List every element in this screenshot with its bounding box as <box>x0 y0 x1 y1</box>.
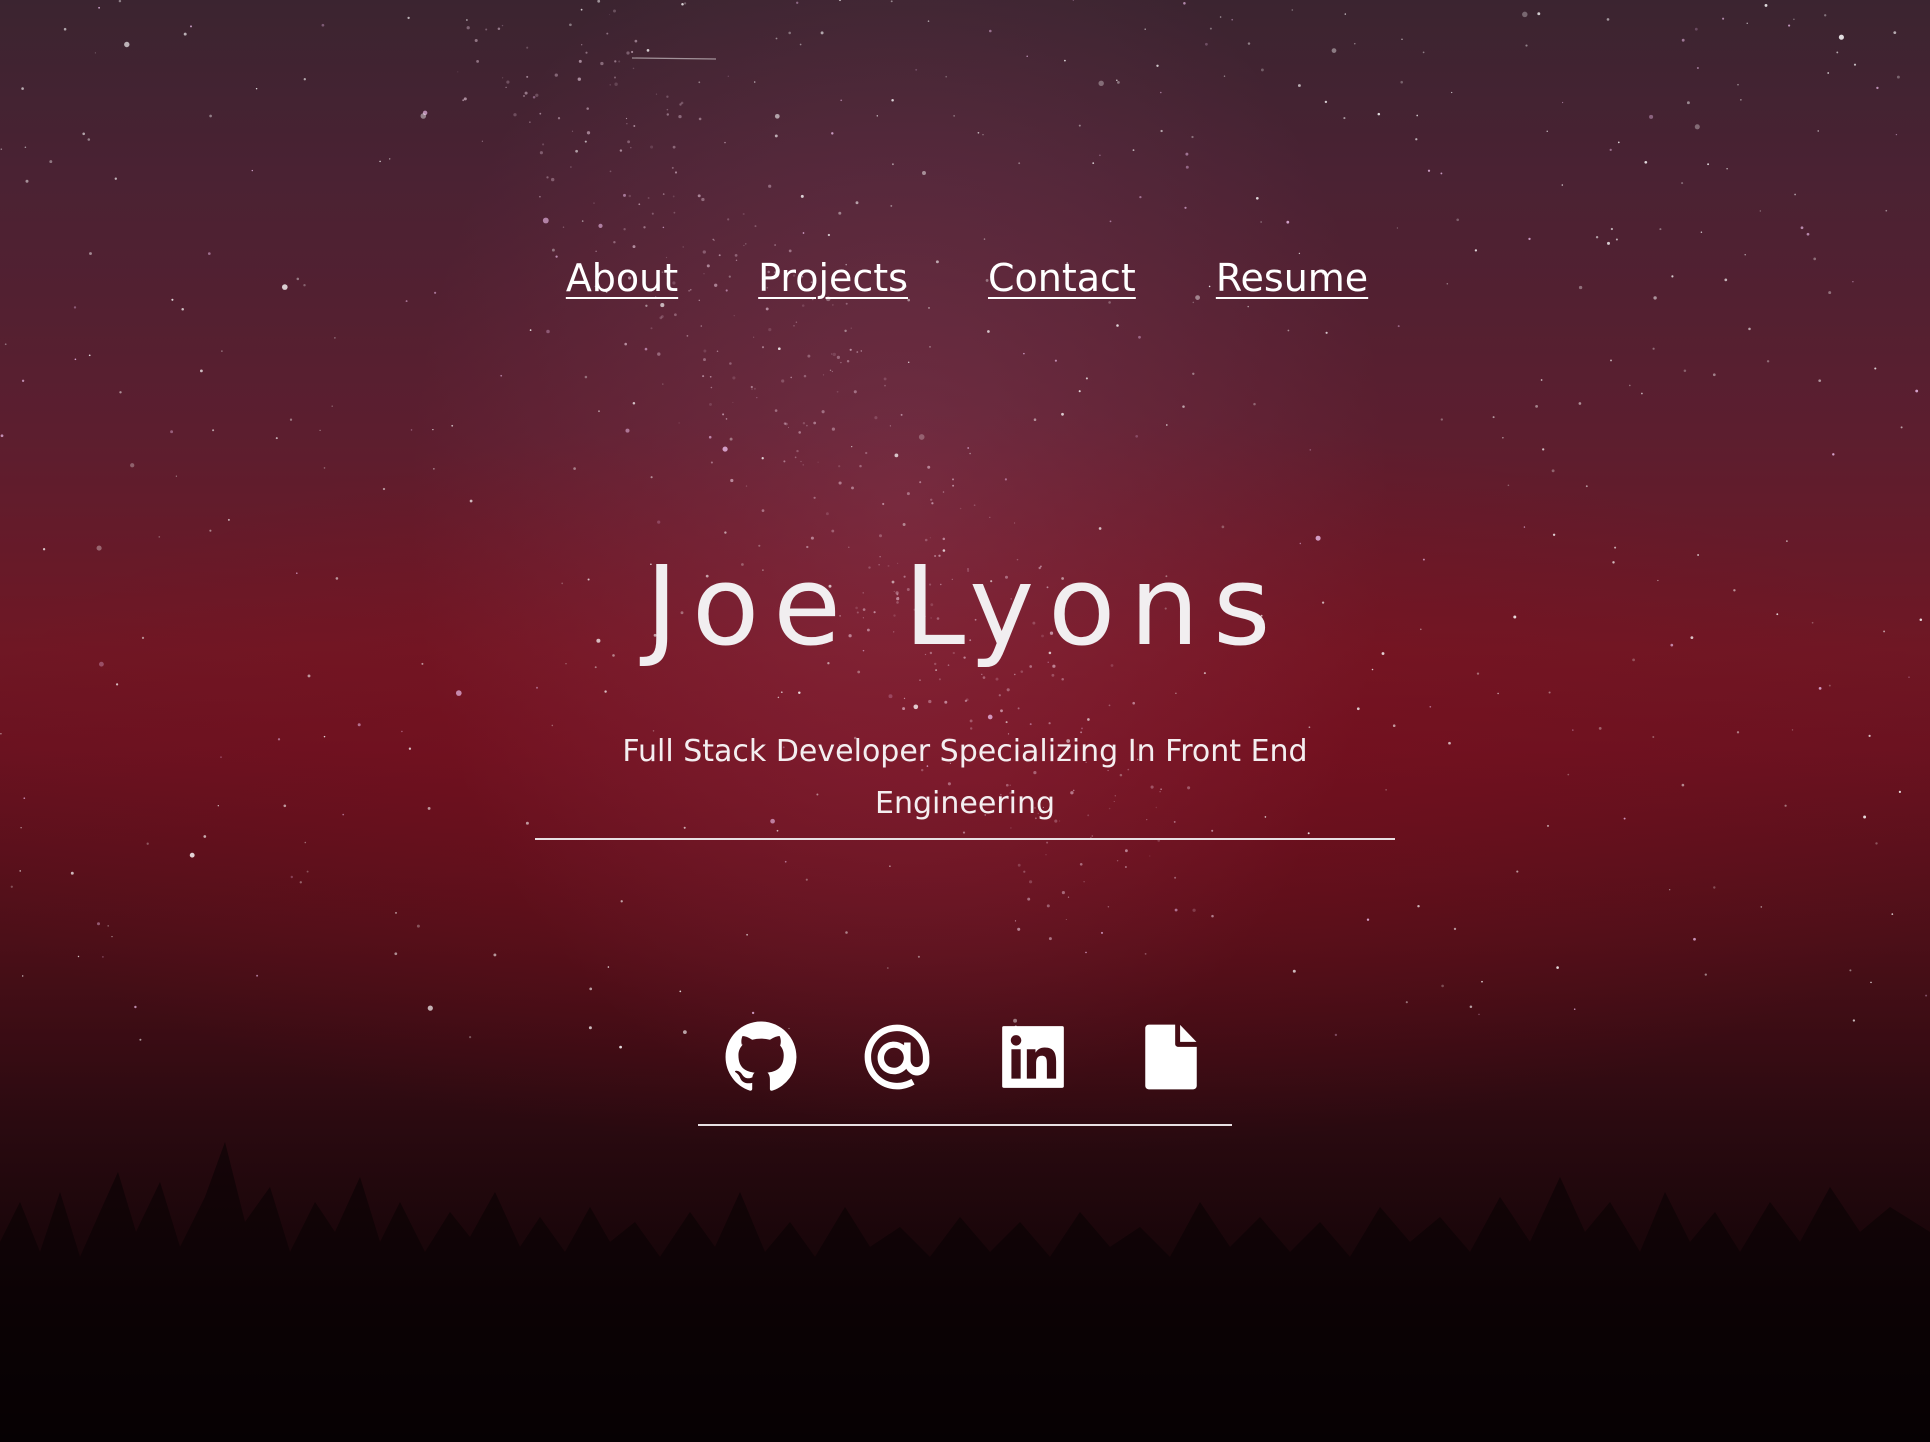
github-link[interactable] <box>724 1020 798 1094</box>
resume-file-icon <box>1145 1024 1197 1090</box>
nav-link-about[interactable]: About <box>566 256 678 300</box>
nav-link-projects[interactable]: Projects <box>758 256 908 300</box>
hero-subtitle: Full Stack Developer Specializing In Fro… <box>535 726 1395 840</box>
linkedin-icon <box>1002 1026 1064 1088</box>
nav-link-contact[interactable]: Contact <box>988 256 1136 300</box>
github-icon <box>725 1021 797 1091</box>
social-links <box>698 1020 1232 1126</box>
forest-silhouette <box>0 1142 1930 1442</box>
email-link[interactable] <box>860 1020 934 1094</box>
hero-name: Joe Lyons <box>645 542 1285 670</box>
email-at-icon <box>864 1024 930 1090</box>
nav-link-resume[interactable]: Resume <box>1216 256 1368 300</box>
main-nav: About Projects Contact Resume <box>0 256 1930 300</box>
resume-link[interactable] <box>1132 1020 1206 1094</box>
linkedin-link[interactable] <box>996 1020 1070 1094</box>
